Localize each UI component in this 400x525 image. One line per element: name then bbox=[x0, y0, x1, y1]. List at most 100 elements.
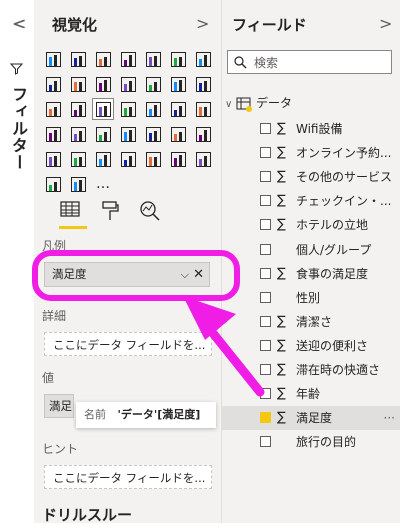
area-chart-icon[interactable] bbox=[42, 73, 64, 95]
map-icon[interactable] bbox=[142, 98, 164, 120]
table-icon[interactable] bbox=[167, 123, 189, 145]
field-checkbox[interactable] bbox=[260, 364, 271, 375]
viz-collapse-chevron-icon[interactable]: < bbox=[12, 14, 25, 33]
filter-pane-collapsed[interactable]: < フィルター bbox=[0, 0, 35, 523]
line-clustered-icon[interactable] bbox=[117, 73, 139, 95]
viz-pane-title: 視覚化 bbox=[52, 16, 98, 34]
field-checkbox[interactable] bbox=[260, 219, 271, 231]
field-checkbox[interactable] bbox=[260, 291, 271, 303]
stacked-column-icon[interactable] bbox=[67, 48, 89, 70]
kpi-icon[interactable] bbox=[117, 123, 139, 145]
pie-icon[interactable] bbox=[67, 98, 89, 120]
slicer-icon[interactable] bbox=[142, 123, 164, 145]
chevron-down-icon[interactable]: ∨ bbox=[225, 99, 232, 110]
clustered-column-icon[interactable] bbox=[117, 48, 139, 70]
field-checkbox[interactable] bbox=[260, 171, 271, 183]
shape-map-icon[interactable] bbox=[192, 98, 214, 120]
sigma-icon: ∑ bbox=[277, 217, 286, 233]
visual-gallery: … bbox=[42, 48, 214, 195]
clustered-bar-icon[interactable] bbox=[92, 48, 114, 70]
analytics-tab[interactable] bbox=[139, 200, 161, 226]
multi-row-card-icon[interactable] bbox=[92, 123, 114, 145]
fields-tab[interactable] bbox=[59, 200, 87, 229]
line-chart-icon[interactable] bbox=[192, 48, 214, 70]
gauge-icon[interactable] bbox=[42, 123, 64, 145]
key-influencers-icon[interactable] bbox=[92, 148, 114, 170]
viz-expand-chevron-icon[interactable]: > bbox=[196, 14, 209, 33]
field-item[interactable]: 性別 bbox=[222, 286, 400, 310]
field-item[interactable]: ∑ 食事の満足度 bbox=[222, 262, 400, 286]
field-item[interactable]: ∑ Wifi設備 bbox=[222, 117, 400, 141]
smart-narrative-icon[interactable] bbox=[167, 148, 189, 170]
field-item[interactable]: ∑ オンライン予約... bbox=[222, 141, 400, 165]
stacked-area-icon[interactable] bbox=[67, 73, 89, 95]
field-checkbox[interactable] bbox=[260, 195, 271, 207]
field-checkbox[interactable] bbox=[260, 267, 271, 279]
more-icon[interactable]: … bbox=[92, 173, 114, 195]
matrix-icon[interactable] bbox=[192, 123, 214, 145]
card-icon[interactable] bbox=[67, 123, 89, 145]
tooltips-well-dropzone[interactable]: ここにデータ フィールドを... bbox=[44, 465, 212, 489]
values-well-field[interactable]: 満足 bbox=[44, 394, 74, 418]
sigma-icon: ∑ bbox=[277, 386, 286, 402]
format-tab[interactable] bbox=[100, 200, 120, 226]
donut-icon[interactable] bbox=[92, 98, 114, 120]
field-checkbox[interactable] bbox=[260, 315, 271, 327]
chevron-down-icon[interactable]: ⌵ bbox=[181, 263, 189, 286]
r-visual-icon[interactable] bbox=[42, 148, 64, 170]
field-item[interactable]: ∑ 満足度 ··· bbox=[222, 406, 400, 431]
stacked-bar-icon[interactable] bbox=[42, 48, 64, 70]
field-checkbox[interactable] bbox=[260, 436, 271, 448]
field-checkbox[interactable] bbox=[260, 243, 271, 255]
field-checkbox[interactable] bbox=[260, 388, 271, 400]
field-item[interactable]: ∑ 滞在時の快適さ bbox=[222, 358, 400, 382]
remove-field-icon[interactable]: ✕ bbox=[193, 263, 204, 286]
field-checkbox[interactable] bbox=[260, 412, 271, 424]
field-item[interactable]: 個人/グループ bbox=[222, 238, 400, 262]
fields-search-box[interactable]: 検索 bbox=[227, 50, 392, 74]
details-well-dropzone[interactable]: ここにデータ フィールドを... bbox=[44, 332, 212, 356]
more-options-icon[interactable]: ··· bbox=[384, 406, 395, 430]
python-visual-icon[interactable] bbox=[67, 148, 89, 170]
field-name: Wifi設備 bbox=[296, 122, 343, 136]
100-column-icon[interactable] bbox=[167, 48, 189, 70]
field-item[interactable]: ∑ 送迎の便利さ bbox=[222, 334, 400, 358]
field-checkbox[interactable] bbox=[260, 339, 271, 351]
filled-map-icon[interactable] bbox=[167, 98, 189, 120]
field-item[interactable]: ∑ その他のサービス bbox=[222, 165, 400, 189]
field-item[interactable]: ∑ 清潔さ bbox=[222, 310, 400, 334]
field-checkbox[interactable] bbox=[260, 147, 271, 159]
power-automate-icon[interactable] bbox=[67, 173, 89, 195]
field-checkbox[interactable] bbox=[260, 123, 271, 134]
legend-well-field[interactable]: 満足度 ⌵ ✕ bbox=[44, 262, 210, 287]
waterfall-icon[interactable] bbox=[167, 73, 189, 95]
field-item[interactable]: ∑ チェックイン・... bbox=[222, 189, 400, 213]
legend-well-label: 凡例 bbox=[42, 239, 67, 253]
field-name: 食事の満足度 bbox=[296, 266, 369, 281]
ribbon-icon[interactable] bbox=[142, 73, 164, 95]
treemap-icon[interactable] bbox=[117, 98, 139, 120]
table-icon bbox=[236, 97, 253, 112]
field-item[interactable]: 旅行の目的 bbox=[222, 430, 400, 454]
funnel-icon[interactable] bbox=[192, 73, 214, 95]
sigma-icon: ∑ bbox=[277, 169, 286, 185]
power-apps-icon[interactable] bbox=[42, 173, 64, 195]
field-name: 性別 bbox=[296, 290, 321, 305]
100-bar-icon[interactable] bbox=[142, 48, 164, 70]
decomposition-tree-icon[interactable] bbox=[117, 148, 139, 170]
paginated-icon[interactable] bbox=[192, 148, 214, 170]
fields-expand-chevron-icon[interactable]: > bbox=[379, 14, 392, 33]
details-well-label: 詳細 bbox=[42, 309, 67, 323]
field-name: 送迎の便利さ bbox=[296, 338, 369, 353]
table-node[interactable]: ∨ データ bbox=[225, 94, 292, 114]
scatter-icon[interactable] bbox=[42, 98, 64, 120]
paint-roller-icon bbox=[102, 201, 119, 220]
search-icon bbox=[234, 56, 247, 69]
filter-funnel-icon bbox=[10, 63, 23, 75]
filter-pane-title: フィルター bbox=[9, 86, 28, 171]
analytics-magnifier-icon bbox=[140, 201, 160, 221]
line-column-icon[interactable] bbox=[92, 73, 114, 95]
qa-icon[interactable] bbox=[142, 148, 164, 170]
field-item[interactable]: ∑ 年齢 bbox=[222, 382, 400, 406]
field-item[interactable]: ∑ ホテルの立地 bbox=[222, 213, 400, 237]
